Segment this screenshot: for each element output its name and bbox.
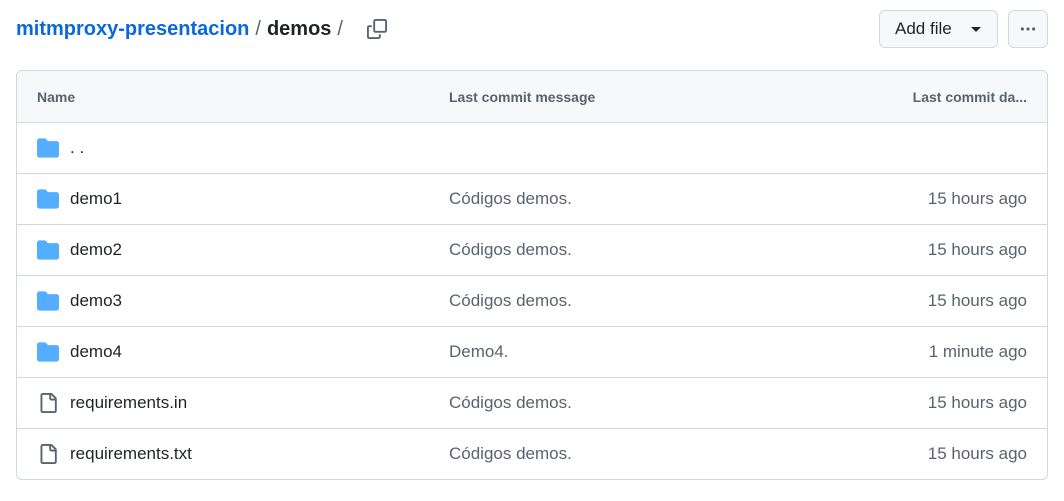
file-name-link[interactable]: demo2 (70, 239, 122, 261)
folder-icon (37, 240, 59, 260)
parent-directory-row[interactable]: . . (17, 123, 1047, 174)
table-row[interactable]: demo2 Códigos demos. 15 hours ago (17, 225, 1047, 276)
commit-date: 15 hours ago (927, 291, 1027, 310)
file-icon (40, 393, 57, 413)
commit-date: 1 minute ago (928, 342, 1027, 361)
table-row[interactable]: demo4 Demo4. 1 minute ago (17, 327, 1047, 378)
copy-icon (366, 19, 387, 39)
file-name-link[interactable]: demo1 (70, 188, 122, 210)
folder-icon (37, 342, 59, 362)
more-options-button[interactable] (1008, 10, 1048, 48)
commit-message-link[interactable]: Códigos demos. (449, 188, 572, 210)
commit-message-link[interactable]: Códigos demos. (449, 290, 572, 312)
commit-date: 15 hours ago (927, 189, 1027, 208)
commit-date: 15 hours ago (927, 240, 1027, 259)
file-icon (40, 444, 57, 464)
table-header: Name Last commit message Last commit da.… (17, 71, 1047, 123)
file-name-link[interactable]: requirements.in (70, 392, 187, 414)
file-name-link[interactable]: requirements.txt (70, 443, 192, 465)
file-table: Name Last commit message Last commit da.… (16, 70, 1048, 480)
commit-date: 15 hours ago (927, 393, 1027, 412)
breadcrumb: mitmproxy-presentacion / demos / (16, 15, 391, 43)
copy-path-button[interactable] (363, 15, 391, 43)
kebab-horizontal-icon (1020, 27, 1036, 31)
breadcrumb-current-folder: demos (266, 18, 332, 40)
folder-icon (37, 138, 59, 158)
column-header-message: Last commit message (449, 89, 596, 105)
commit-date: 15 hours ago (927, 444, 1027, 463)
breadcrumb-trailing-separator: / (337, 18, 343, 40)
table-row[interactable]: demo3 Códigos demos. 15 hours ago (17, 276, 1047, 327)
commit-message-link[interactable]: Códigos demos. (449, 443, 572, 465)
table-row[interactable]: demo1 Códigos demos. 15 hours ago (17, 174, 1047, 225)
file-name-link[interactable]: demo3 (70, 290, 122, 312)
folder-icon (37, 189, 59, 209)
parent-directory-link[interactable]: . . (70, 137, 84, 159)
folder-icon (37, 291, 59, 311)
table-row[interactable]: requirements.in Códigos demos. 15 hours … (17, 378, 1047, 429)
triangle-down-icon (971, 27, 981, 32)
column-header-name: Name (37, 89, 76, 105)
table-row[interactable]: requirements.txt Códigos demos. 15 hours… (17, 429, 1047, 479)
commit-message-link[interactable]: Códigos demos. (449, 239, 572, 261)
breadcrumb-repo-link[interactable]: mitmproxy-presentacion (16, 16, 249, 42)
commit-message-link[interactable]: Demo4. (449, 341, 509, 363)
column-header-date: Last commit da... (912, 89, 1027, 105)
breadcrumb-separator: / (255, 18, 261, 40)
add-file-label: Add file (895, 19, 952, 38)
file-browser-page: mitmproxy-presentacion / demos / Add fil… (0, 0, 1064, 501)
commit-message-link[interactable]: Códigos demos. (449, 392, 572, 414)
directory-header: mitmproxy-presentacion / demos / Add fil… (16, 9, 1048, 49)
add-file-button[interactable]: Add file (879, 10, 998, 48)
file-name-link[interactable]: demo4 (70, 341, 122, 363)
